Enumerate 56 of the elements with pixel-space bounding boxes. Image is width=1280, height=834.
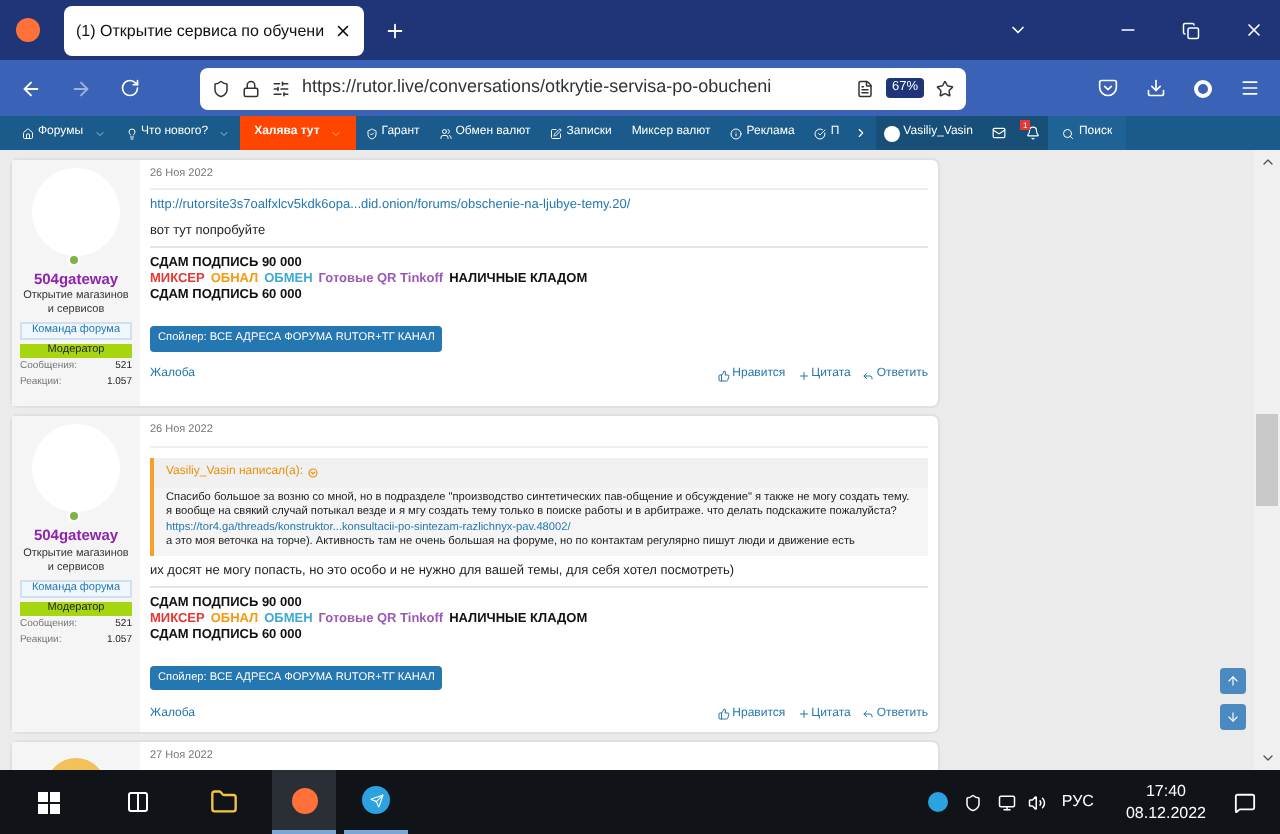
scroll-down-icon[interactable] (1259, 750, 1275, 766)
nav-icon (730, 127, 743, 139)
clock[interactable]: 17:40 08.12.2022 (1125, 780, 1206, 824)
browser-tab[interactable]: (1) Открытие сервиса по обучени (64, 6, 364, 56)
scroll-up-icon[interactable] (1259, 154, 1275, 170)
new-tab-icon[interactable] (384, 20, 406, 42)
language-indicator[interactable]: РУС (1061, 790, 1094, 814)
nav-more-icon[interactable] (853, 126, 868, 140)
user-avatar[interactable] (883, 125, 900, 141)
menu-icon[interactable] (1240, 78, 1260, 98)
nav-icon (550, 127, 563, 139)
permissions-icon (272, 79, 290, 97)
action-icon (797, 369, 810, 382)
tab-title: (1) Открытие сервиса по обучени (76, 19, 327, 43)
action-icon (718, 708, 731, 720)
avatar (32, 168, 120, 256)
nav-icon (125, 127, 138, 139)
volume-icon[interactable] (1027, 793, 1046, 811)
notifications-icon[interactable] (1234, 791, 1256, 813)
clock-time: 17:40 (1145, 780, 1186, 802)
close-icon[interactable] (334, 22, 352, 40)
avatar (32, 424, 120, 513)
back-icon[interactable] (20, 77, 42, 99)
file-explorer-icon[interactable] (210, 788, 238, 816)
download-icon[interactable] (1146, 78, 1166, 98)
nav-icon (439, 127, 452, 139)
nav-icon (814, 127, 827, 139)
task-view-icon[interactable] (126, 790, 150, 814)
scrollbar-thumb[interactable] (1256, 414, 1278, 506)
action-icon (718, 369, 731, 382)
shield-icon (212, 79, 230, 97)
action-icon (797, 708, 810, 720)
search-icon (1062, 127, 1075, 139)
url-text: https://rutor.live/conversations/otkrytie-servisa-po-obucheni (302, 74, 774, 101)
mail-icon[interactable] (992, 126, 1007, 140)
online-icon (68, 254, 80, 266)
reader-icon (855, 79, 874, 97)
nav-icon (22, 127, 34, 139)
alerts-icon[interactable] (1026, 126, 1041, 140)
bookmark-icon[interactable] (936, 79, 954, 97)
scrollbar[interactable] (1254, 150, 1280, 770)
pocket-icon[interactable] (1098, 78, 1118, 98)
nav-icon (365, 127, 378, 139)
arrow-up-icon (1226, 674, 1240, 688)
reload-icon[interactable] (120, 78, 140, 98)
online-icon (68, 510, 80, 523)
extension-icon[interactable] (1194, 79, 1212, 97)
lock-icon (242, 79, 260, 97)
action-icon (862, 708, 875, 720)
arrow-down-icon (1226, 710, 1240, 724)
restore-icon[interactable] (1182, 22, 1200, 40)
network-icon[interactable] (997, 793, 1016, 811)
action-icon (862, 369, 875, 382)
close-window-icon[interactable] (1244, 20, 1264, 40)
clock-date: 08.12.2022 (1125, 802, 1206, 824)
tray-icon[interactable] (963, 793, 982, 811)
